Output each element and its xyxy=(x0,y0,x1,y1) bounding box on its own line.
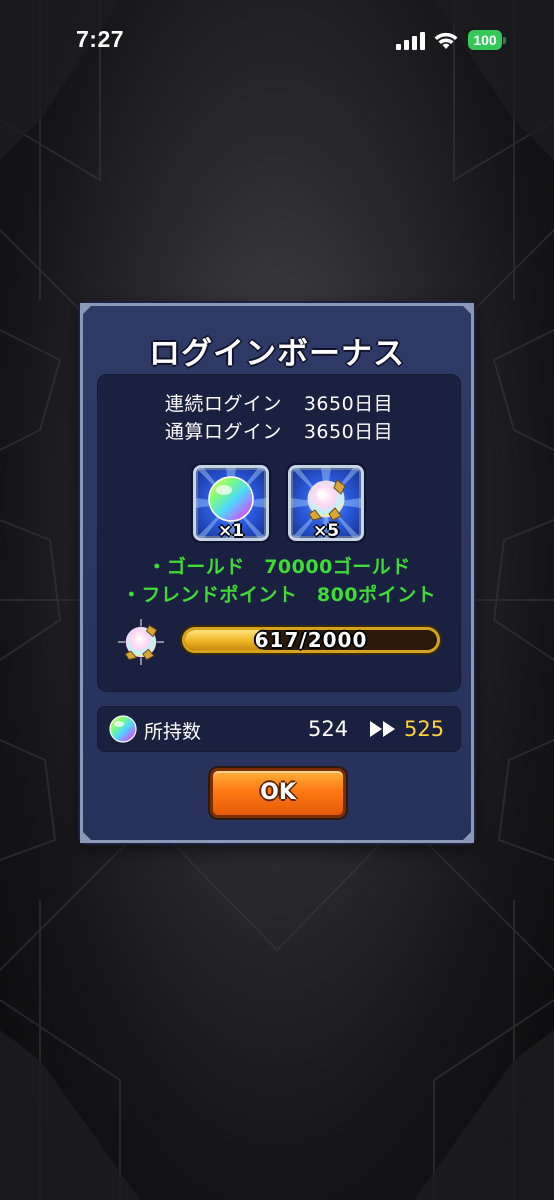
total-login-line: 通算ログイン 3650日目 xyxy=(98,417,460,444)
total-login-value: 3650日目 xyxy=(303,421,394,443)
consecutive-login-value: 3650日目 xyxy=(303,393,394,415)
corner-ornament xyxy=(80,303,94,317)
crystal-fragment-icon xyxy=(307,479,346,521)
total-login-label: 通算ログイン xyxy=(164,421,282,443)
ok-button[interactable]: OK xyxy=(210,768,346,818)
login-bonus-dialog: ログインボーナス 連続ログイン 3650日目 通算ログイン 3650日目 ×1 … xyxy=(80,303,474,843)
owned-count-after: 525 xyxy=(404,717,445,741)
battery-tip xyxy=(503,37,506,44)
reward-count: ×1 xyxy=(217,521,245,541)
consecutive-login-label: 連続ログイン xyxy=(164,393,282,415)
corner-ornament xyxy=(80,829,94,843)
status-bar: 7:27 100 xyxy=(0,0,554,84)
cellular-signal-icon xyxy=(396,32,425,50)
wifi-icon xyxy=(434,32,458,49)
dialog-title: ログインボーナス xyxy=(149,336,405,372)
reward-item-orb: ×1 xyxy=(193,465,269,541)
rainbow-orb-icon xyxy=(109,715,137,743)
owned-count-label: 所持数 xyxy=(144,721,202,743)
progress-text: 617/2000 xyxy=(254,628,368,652)
reward-count: ×5 xyxy=(312,521,340,541)
bonus-friend-points-line: ・フレンドポイント 800ポイント xyxy=(121,584,437,606)
reward-item-fragment: ×5 xyxy=(288,465,364,541)
bonus-gold-line: ・ゴールド 70000ゴールド xyxy=(147,556,411,578)
status-time: 7:27 xyxy=(76,26,125,52)
corner-ornament xyxy=(460,829,474,843)
battery-level: 100 xyxy=(468,30,502,50)
corner-ornament xyxy=(460,303,474,317)
consecutive-login-line: 連続ログイン 3650日目 xyxy=(98,389,460,416)
owned-count-before: 524 xyxy=(308,717,349,741)
crystal-fragment-icon xyxy=(118,619,164,665)
reward-panel: 連続ログイン 3650日目 通算ログイン 3650日目 ×1 ×5 ・ゴールド … xyxy=(97,374,461,692)
battery-indicator: 100 xyxy=(468,30,506,50)
owned-count-row: 所持数 524 525 xyxy=(97,706,461,752)
double-arrow-right-icon xyxy=(370,721,395,737)
game-screen: 7:27 100 ログインボーナス 連続ログイン 3650日目 通算ログイン 365… xyxy=(0,0,554,1200)
rainbow-orb-icon xyxy=(208,476,254,522)
